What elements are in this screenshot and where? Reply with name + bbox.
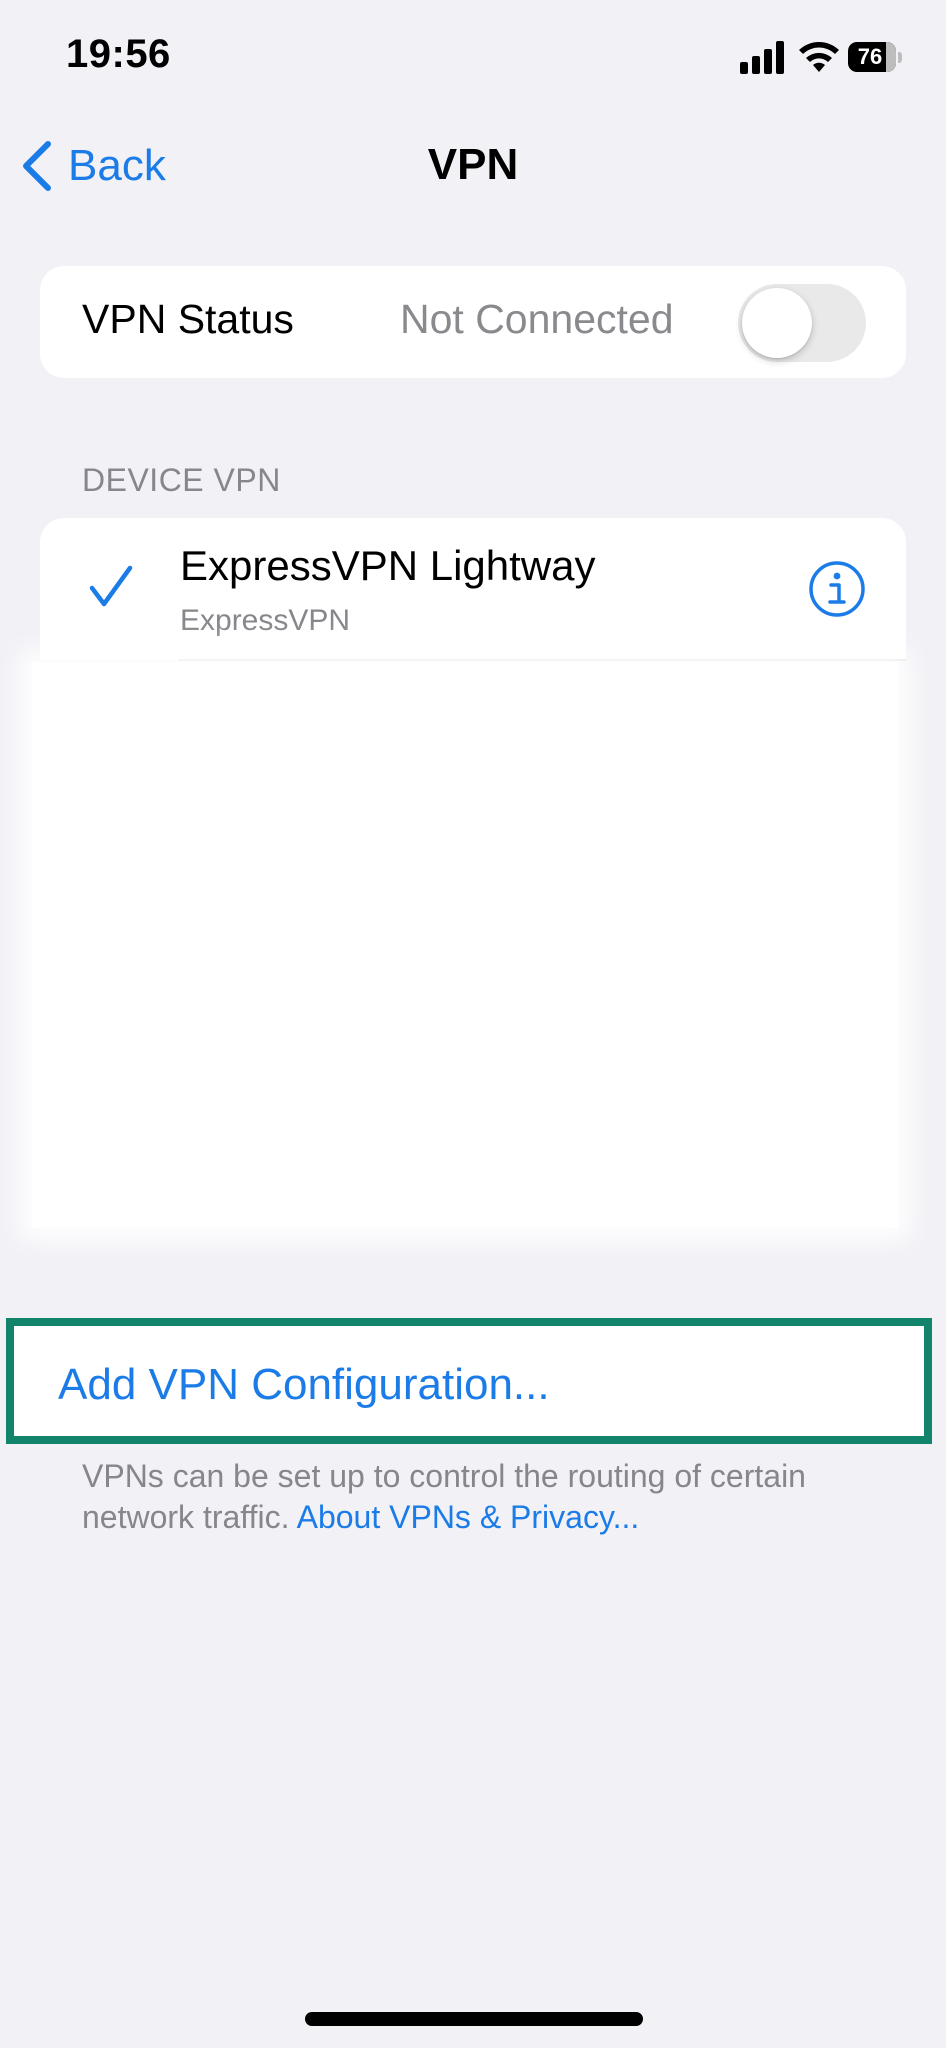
page-title: VPN	[427, 140, 519, 189]
cellular-signal-icon	[740, 40, 786, 74]
add-vpn-configuration-label: Add VPN Configuration...	[58, 1360, 550, 1409]
checkmark-icon	[89, 565, 133, 607]
row-divider	[178, 659, 906, 661]
status-time: 19:56	[66, 32, 171, 76]
toggle-knob	[742, 288, 812, 358]
vpn-status-card: VPN Status Not Connected	[40, 266, 906, 378]
section-header-device-vpn: DEVICE VPN	[82, 462, 281, 498]
redacted-panel	[32, 662, 898, 1228]
vpn-status-value: Not Connected	[400, 296, 674, 342]
vpn-item-name: ExpressVPN Lightway	[180, 542, 596, 589]
battery-icon: 76	[848, 42, 902, 72]
vpn-status-toggle[interactable]	[738, 284, 866, 362]
add-vpn-configuration-button[interactable]: Add VPN Configuration...	[6, 1318, 932, 1444]
home-indicator[interactable]	[305, 2012, 643, 2026]
wifi-icon	[799, 42, 839, 72]
vpn-list-item[interactable]: ExpressVPN Lightway ExpressVPN	[40, 518, 906, 660]
vpn-status-label: VPN Status	[82, 296, 294, 342]
vpn-item-provider: ExpressVPN	[180, 604, 351, 637]
about-vpns-privacy-link[interactable]: About VPNs & Privacy...	[297, 1499, 640, 1535]
device-vpn-list: ExpressVPN Lightway ExpressVPN	[40, 518, 906, 661]
info-icon[interactable]	[808, 560, 866, 618]
vpn-footer-note: VPNs can be set up to control the routin…	[82, 1456, 862, 1538]
battery-percent: 76	[857, 44, 883, 69]
